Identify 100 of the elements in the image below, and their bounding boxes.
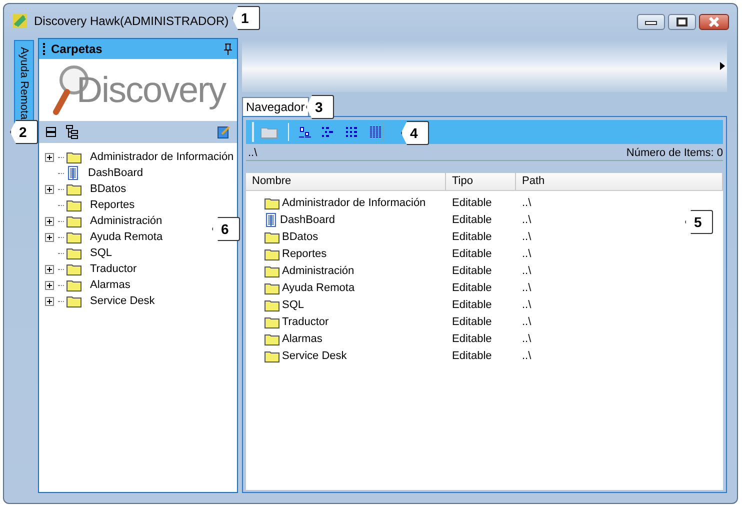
large-icons-icon[interactable]	[299, 126, 311, 138]
folder-icon	[66, 262, 82, 276]
tree-label: Administrador de Información	[90, 151, 234, 163]
spreadsheet-icon	[66, 166, 80, 180]
path-cell: ..\	[522, 332, 532, 344]
expand-icon[interactable]	[45, 184, 54, 194]
folder-icon	[66, 150, 82, 164]
folder-icon	[264, 264, 280, 278]
expand-icon[interactable]	[45, 264, 54, 274]
path-cell: ..\	[522, 282, 532, 294]
name-cell: Service Desk	[282, 350, 347, 362]
tree-label: BDatos	[90, 183, 126, 195]
name-cell: BDatos	[282, 230, 318, 242]
path-cell: ..\	[522, 214, 532, 226]
folder-icon	[264, 348, 280, 362]
folder-icon	[66, 246, 82, 260]
app-icon	[12, 13, 28, 29]
tree-label: Reportes	[90, 199, 135, 211]
tree-label: SQL	[90, 247, 112, 259]
folder-icon	[264, 314, 280, 328]
tree-item[interactable]: Service Desk	[45, 293, 155, 309]
path-cell: ..\	[522, 248, 532, 260]
type-cell: Editable	[452, 264, 492, 276]
tree-item[interactable]: BDatos	[45, 181, 126, 197]
folder-icon	[66, 278, 82, 292]
pin-icon[interactable]	[223, 43, 233, 55]
name-cell: Reportes	[282, 248, 327, 260]
name-cell: Traductor	[282, 316, 329, 328]
type-cell: Editable	[452, 230, 492, 242]
close-icon	[708, 17, 720, 27]
list-view-icon[interactable]	[345, 126, 359, 138]
tree-icon[interactable]	[65, 125, 79, 139]
folder-icon	[264, 332, 280, 346]
folder-icon	[66, 198, 82, 212]
side-tab[interactable]: Ayuda Remota	[14, 40, 34, 126]
folder-icon	[264, 246, 280, 260]
type-cell: Editable	[452, 316, 492, 328]
tree-item[interactable]: DashBoard	[45, 165, 144, 181]
name-cell: DashBoard	[280, 214, 336, 226]
name-cell: Administración	[282, 264, 354, 276]
name-cell: Alarmas	[282, 332, 322, 344]
tree-label: Administración	[90, 215, 162, 227]
collapse-icon[interactable]	[45, 126, 57, 138]
type-cell: Editable	[452, 350, 492, 362]
type-cell: Editable	[452, 282, 492, 294]
name-cell: Administrador de Información	[282, 196, 426, 208]
column-header[interactable]: Tipo	[446, 173, 516, 190]
column-header[interactable]: Nombre	[246, 173, 446, 190]
name-cell: SQL	[282, 298, 304, 310]
logo-text: Discovery	[76, 69, 226, 111]
folder-icon	[66, 214, 82, 228]
maximize-icon	[676, 17, 688, 27]
path-cell: ..\	[522, 350, 532, 362]
path-cell: ..\	[522, 298, 532, 310]
folder-icon	[264, 196, 280, 210]
expand-icon[interactable]	[45, 232, 54, 242]
tree-item[interactable]: Ayuda Remota	[45, 229, 163, 245]
panel-title: Carpetas	[51, 42, 102, 56]
type-cell: Editable	[452, 214, 492, 226]
type-cell: Editable	[452, 298, 492, 310]
window-title: Discovery Hawk(ADMINISTRADOR)	[34, 14, 229, 28]
column-header[interactable]: Path	[516, 173, 723, 190]
path-cell: ..\	[522, 316, 532, 328]
expand-icon[interactable]	[45, 152, 54, 162]
folder-icon	[66, 182, 82, 196]
minimize-icon	[645, 19, 657, 25]
folder-icon	[264, 298, 280, 312]
tree-label: Traductor	[90, 263, 137, 275]
expand-icon[interactable]	[45, 280, 54, 290]
type-cell: Editable	[452, 248, 492, 260]
maximize-button[interactable]	[668, 14, 696, 30]
tab[interactable]: Navegador	[242, 97, 309, 116]
close-button[interactable]	[699, 14, 729, 30]
path-label: ..\	[248, 147, 258, 159]
path-cell: ..\	[522, 230, 532, 242]
tree-item[interactable]: Reportes	[45, 197, 135, 213]
small-icons-icon[interactable]	[321, 126, 335, 138]
folder-icon	[66, 230, 82, 244]
path-cell: ..\	[522, 264, 532, 276]
type-cell: Editable	[452, 332, 492, 344]
path-cell: ..\	[522, 196, 532, 208]
tree-item[interactable]: Alarmas	[45, 277, 130, 293]
folder-icon	[66, 294, 82, 308]
tree-label: Ayuda Remota	[90, 231, 163, 243]
item-count: Número de Items: 0	[626, 147, 723, 159]
tree-item[interactable]: Traductor	[45, 261, 137, 277]
edit-icon[interactable]	[217, 125, 231, 139]
tree-item[interactable]: Administración	[45, 213, 162, 229]
expand-icon[interactable]	[45, 296, 54, 306]
tree-label: Alarmas	[90, 279, 130, 291]
minimize-button[interactable]	[637, 14, 665, 30]
tree-item[interactable]: SQL	[45, 245, 112, 261]
expand-icon[interactable]	[45, 216, 54, 226]
name-cell: Ayuda Remota	[282, 282, 355, 294]
tree-label: DashBoard	[88, 167, 144, 179]
spreadsheet-icon	[264, 212, 278, 226]
tree-item[interactable]: Administrador de Información	[45, 149, 234, 165]
folder-icon	[264, 230, 280, 244]
scroll-right-icon[interactable]	[720, 62, 725, 70]
details-view-icon[interactable]	[369, 126, 383, 138]
